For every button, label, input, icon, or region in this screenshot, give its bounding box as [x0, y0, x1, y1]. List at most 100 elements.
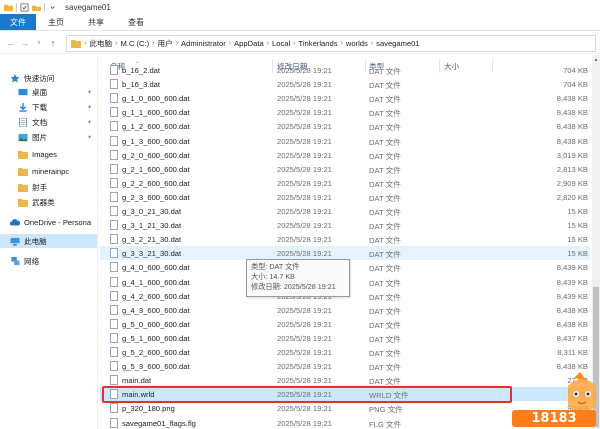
- breadcrumb-savegame01[interactable]: savegame01: [376, 39, 419, 48]
- sidebar-item-minerainpc[interactable]: minerainpc: [18, 164, 69, 178]
- file-size: 8,438 KB: [556, 319, 588, 329]
- file-date: 2025/5/28 19:21: [277, 150, 332, 160]
- file-name: g_2_2_600_600.dat: [122, 178, 190, 188]
- breadcrumb-this-pc[interactable]: 此电脑: [89, 38, 112, 49]
- file-size: 8,437 KB: [556, 333, 588, 343]
- tab-home[interactable]: 主页: [36, 14, 76, 30]
- file-row[interactable]: g_2_1_600_600.dat 2025/5/28 19:21 DAT 文件 2,…: [100, 162, 590, 176]
- file-icon: [110, 248, 118, 259]
- file-row[interactable]: g_3_1_21_30.dat 2025/5/28 19:21 DAT 文件 15 K…: [100, 218, 590, 232]
- computer-icon: [10, 237, 20, 246]
- file-row[interactable]: g_2_3_600_600.dat 2025/5/28 19:21 DAT 文件 2,…: [100, 190, 590, 204]
- sidebar-item-pictures[interactable]: 图片 ✦: [18, 130, 97, 144]
- file-size: 704 KB: [563, 66, 588, 75]
- tab-share[interactable]: 共享: [76, 14, 116, 30]
- file-type: DAT 文件: [369, 123, 401, 133]
- navigation-pane: 快速访问 桌面 ✦ 下载 ✦ 文档 ✦ 图片 ✦ Images minerain…: [0, 55, 98, 429]
- file-type: DAT 文件: [369, 179, 401, 189]
- recent-locations-button[interactable]: ∨: [32, 35, 46, 51]
- file-row[interactable]: g_1_2_600_600.dat 2025/5/28 19:21 DAT 文件 8,…: [100, 119, 590, 133]
- chevron-right-icon: ›: [152, 40, 155, 47]
- sidebar-item-quick-access[interactable]: 快速访问: [10, 71, 54, 85]
- file-date: 2025/5/28 19:21: [277, 333, 332, 343]
- file-row[interactable]: g_3_0_21_30.dat 2025/5/28 19:21 DAT 文件 15 K…: [100, 204, 590, 218]
- file-icon: [110, 262, 118, 273]
- up-button[interactable]: ↑: [46, 35, 60, 51]
- pin-icon: ✦: [86, 89, 92, 96]
- file-date: 2025/5/28 19:21: [277, 235, 332, 245]
- file-name: main.dat: [122, 376, 152, 386]
- breadcrumb-worlds[interactable]: worlds: [346, 39, 368, 48]
- file-row[interactable]: g_1_1_600_600.dat 2025/5/28 19:21 DAT 文件 8,…: [100, 105, 590, 119]
- properties-icon[interactable]: [20, 2, 29, 12]
- tab-view[interactable]: 查看: [116, 14, 156, 30]
- file-size: 8,439 KB: [556, 291, 588, 301]
- file-type: DAT 文件: [369, 349, 401, 358]
- sidebar-item-images[interactable]: Images: [18, 147, 57, 161]
- file-row[interactable]: g_1_3_600_600.dat 2025/5/28 19:21 DAT 文件 8,…: [100, 134, 590, 148]
- breadcrumb-tinkerlands[interactable]: Tinkerlands: [299, 39, 338, 48]
- file-row[interactable]: g_5_1_600_600.dat 2025/5/28 19:21 DAT 文件 8,…: [100, 331, 590, 345]
- file-name: g_4_1_600_600.dat: [122, 277, 190, 287]
- forward-button[interactable]: →: [18, 35, 32, 51]
- file-row[interactable]: g_5_0_600_600.dat 2025/5/28 19:21 DAT 文件 8,…: [100, 317, 590, 331]
- file-row[interactable]: g_5_3_600_600.dat 2025/5/28 19:21 DAT 文件 8,…: [100, 359, 590, 373]
- file-type: DAT 文件: [369, 292, 401, 302]
- new-folder-icon[interactable]: [32, 3, 41, 12]
- file-row[interactable]: g_2_0_600_600.dat 2025/5/28 19:21 DAT 文件 3,…: [100, 148, 590, 162]
- chevron-down-icon[interactable]: [48, 3, 57, 12]
- sidebar-item-shooter[interactable]: 射手: [18, 180, 47, 194]
- sidebar-item-weapons[interactable]: 武器类: [18, 195, 55, 209]
- file-size: 8,439 KB: [556, 277, 588, 287]
- breadcrumb-appdata[interactable]: AppData: [234, 39, 264, 48]
- breadcrumb-local[interactable]: Local: [272, 39, 290, 48]
- file-row[interactable]: g_3_2_21_30.dat 2025/5/28 19:21 DAT 文件 15 K…: [100, 232, 590, 246]
- sidebar-item-documents[interactable]: 文档 ✦: [18, 115, 97, 129]
- file-icon: [110, 332, 118, 343]
- breadcrumb-users[interactable]: 用户: [158, 38, 173, 49]
- file-row[interactable]: g_2_2_600_600.dat 2025/5/28 19:21 DAT 文件 2,…: [100, 176, 590, 190]
- file-size: 8,438 KB: [556, 136, 588, 146]
- sidebar-item-this-pc[interactable]: 此电脑: [0, 234, 97, 248]
- picture-icon: [18, 133, 28, 141]
- sidebar-item-network[interactable]: 网络: [10, 254, 39, 268]
- sidebar-item-label: 快速访问: [24, 73, 55, 83]
- sidebar-item-desktop[interactable]: 桌面 ✦: [18, 85, 97, 99]
- file-type: WRLD 文件: [369, 391, 409, 401]
- breadcrumb-administrator[interactable]: Administrator: [181, 39, 226, 48]
- file-name: g_2_3_600_600.dat: [122, 192, 190, 202]
- scroll-up-icon[interactable]: ▲: [593, 57, 599, 65]
- file-row[interactable]: g_5_2_600_600.dat 2025/5/28 19:21 DAT 文件 8,…: [100, 345, 590, 359]
- sidebar-item-downloads[interactable]: 下载 ✦: [18, 100, 97, 114]
- file-date: 2025/5/28 19:21: [277, 390, 332, 400]
- file-row[interactable]: b_16_3.dat 2025/5/28 19:21 DAT 文件 704 KB: [100, 77, 590, 91]
- address-bar[interactable]: › 此电脑 › M.C (C:) › 用户 › Administrator › …: [66, 35, 596, 52]
- back-button[interactable]: ←: [4, 35, 18, 51]
- file-type: DAT 文件: [369, 377, 401, 387]
- breadcrumb-drive[interactable]: M.C (C:): [120, 39, 149, 48]
- file-name: g_4_3_600_600.dat: [122, 305, 190, 315]
- file-size: 8,438 KB: [556, 305, 588, 315]
- file-icon: [110, 65, 118, 75]
- file-size: 8,438 KB: [556, 362, 588, 372]
- file-name: g_1_2_600_600.dat: [122, 122, 190, 132]
- file-row[interactable]: g_1_0_600_600.dat 2025/5/28 19:21 DAT 文件 8,…: [100, 91, 590, 105]
- file-type: DAT 文件: [369, 334, 401, 344]
- tab-file[interactable]: 文件: [0, 14, 36, 30]
- file-name: main.wrld: [122, 390, 155, 400]
- file-name: g_3_1_21_30.dat: [122, 221, 182, 231]
- file-type: DAT 文件: [369, 151, 401, 161]
- file-name: g_2_0_600_600.dat: [122, 150, 190, 160]
- file-icon: [110, 191, 118, 202]
- file-size: 704 KB: [563, 80, 588, 90]
- file-type: DAT 文件: [369, 109, 401, 119]
- file-size: 2,909 KB: [556, 178, 588, 188]
- file-row[interactable]: b_16_2.dat 2025/5/28 19:21 DAT 文件 704 KB: [100, 63, 590, 77]
- file-type: DAT 文件: [369, 363, 401, 373]
- chevron-right-icon: ›: [175, 40, 179, 47]
- file-date: 2025/5/28 19:21: [277, 80, 332, 90]
- file-name: b_16_2.dat: [122, 66, 161, 75]
- sidebar-item-onedrive[interactable]: OneDrive - Persona: [10, 215, 91, 229]
- file-date: 2025/5/28 19:21: [277, 305, 332, 315]
- file-row[interactable]: g_4_3_600_600.dat 2025/5/28 19:21 DAT 文件 8,…: [100, 303, 590, 317]
